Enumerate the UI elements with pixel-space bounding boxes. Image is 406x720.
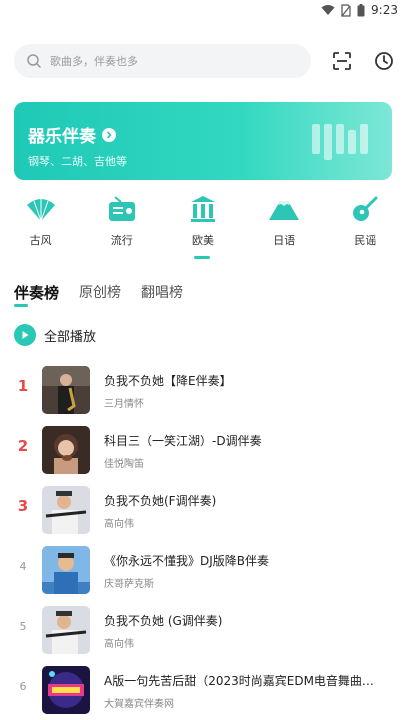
battery-icon <box>357 3 365 16</box>
category-western[interactable]: 欧美 <box>162 194 243 248</box>
song-cover <box>42 486 90 534</box>
song-list: 1 负我不负她【降E伴奏】 三月情怀 2 科目三（一笑江湖）-D调伴奏 佳悦陶笛… <box>0 360 406 720</box>
song-title: 《你永远不懂我》DJ版降B伴奏 <box>104 554 270 568</box>
song-artist: 佳悦陶笛 <box>104 459 144 470</box>
active-tab-underline <box>14 304 28 307</box>
list-item[interactable]: 1 负我不负她【降E伴奏】 三月情怀 <box>0 360 406 420</box>
song-title: 负我不负她 (G调伴奏) <box>104 614 223 628</box>
rank-number: 2 <box>17 437 29 455</box>
history-button[interactable] <box>371 48 397 74</box>
chart-tabs: 伴奏榜 原创榜 翻唱榜 <box>14 282 183 303</box>
rank-number: 3 <box>17 497 29 515</box>
category-label: 流行 <box>110 234 133 247</box>
play-all-label: 全部播放 <box>44 329 97 345</box>
list-item[interactable]: 4 《你永远不懂我》DJ版降B伴奏 庆哥萨克斯 <box>0 540 406 600</box>
guitar-icon <box>349 194 381 224</box>
rank-number: 5 <box>19 620 27 633</box>
category-label: 古风 <box>29 234 52 247</box>
rank-number: 6 <box>19 680 27 693</box>
song-artist: 高向伟 <box>104 639 134 650</box>
search-input[interactable] <box>48 53 292 69</box>
instrumental-banner[interactable]: 器乐伴奏 钢琴、二胡、吉他等 <box>14 102 392 180</box>
song-artist: 庆哥萨克斯 <box>104 579 154 590</box>
category-gufeng[interactable]: 古风 <box>0 194 81 248</box>
song-cover <box>42 426 90 474</box>
play-all-button[interactable]: 全部播放 <box>14 324 96 346</box>
tab-original-chart[interactable]: 原创榜 <box>79 282 121 303</box>
list-item[interactable]: 2 科目三（一笑江湖）-D调伴奏 佳悦陶笛 <box>0 420 406 480</box>
status-icons: 9:23 <box>321 3 398 17</box>
category-pop[interactable]: 流行 <box>81 194 162 248</box>
tab-accompaniment-chart[interactable]: 伴奏榜 <box>14 282 59 303</box>
search-icon <box>27 54 41 68</box>
status-time: 9:23 <box>371 3 398 17</box>
scan-icon <box>333 52 351 70</box>
category-label: 民谣 <box>354 234 377 247</box>
song-title: 负我不负她【降E伴奏】 <box>104 374 232 388</box>
list-item[interactable]: 5 负我不负她 (G调伴奏) 高向伟 <box>0 600 406 660</box>
mount-fuji-icon <box>268 194 300 224</box>
status-bar: 9:23 <box>0 0 406 24</box>
piano-keys-decoration <box>312 124 368 160</box>
banner-title-text: 器乐伴奏 <box>28 127 96 147</box>
banner-subtitle: 钢琴、二胡、吉他等 <box>28 155 127 168</box>
play-icon <box>14 324 36 346</box>
clock-icon <box>375 52 393 70</box>
song-artist: 三月情怀 <box>104 399 144 410</box>
rank-number: 1 <box>17 377 29 395</box>
category-japanese[interactable]: 日语 <box>244 194 325 248</box>
columns-icon <box>187 194 219 224</box>
no-sim-icon <box>341 3 351 17</box>
category-folk[interactable]: 民谣 <box>325 194 406 248</box>
folding-fan-icon <box>25 194 57 224</box>
search-box[interactable] <box>14 44 311 78</box>
category-page-indicator <box>194 256 210 259</box>
song-title: A版一句先苦后甜（2023时尚嘉宾EDM电音舞曲… <box>104 674 374 688</box>
rank-number: 4 <box>19 560 27 573</box>
category-label: 日语 <box>273 234 296 247</box>
chevron-right-icon <box>102 127 116 142</box>
scan-button[interactable] <box>329 48 355 74</box>
song-cover <box>42 666 90 714</box>
list-item[interactable]: 3 负我不负她(F调伴奏) 高向伟 <box>0 480 406 540</box>
tab-cover-chart[interactable]: 翻唱榜 <box>141 282 183 303</box>
song-title: 负我不负她(F调伴奏) <box>104 494 217 508</box>
song-artist: 大賀嘉宾伴奏网 <box>104 699 174 710</box>
category-row: 古风 流行 欧美 日语 民谣 <box>0 194 406 248</box>
song-cover <box>42 366 90 414</box>
radio-icon <box>106 194 138 224</box>
song-cover <box>42 606 90 654</box>
wifi-icon <box>321 5 335 15</box>
song-artist: 高向伟 <box>104 519 134 530</box>
list-item[interactable]: 6 A版一句先苦后甜（2023时尚嘉宾EDM电音舞曲… 大賀嘉宾伴奏网 <box>0 660 406 720</box>
song-title: 科目三（一笑江湖）-D调伴奏 <box>104 434 262 448</box>
song-cover <box>42 546 90 594</box>
banner-title: 器乐伴奏 <box>28 122 116 147</box>
category-label: 欧美 <box>192 234 214 247</box>
